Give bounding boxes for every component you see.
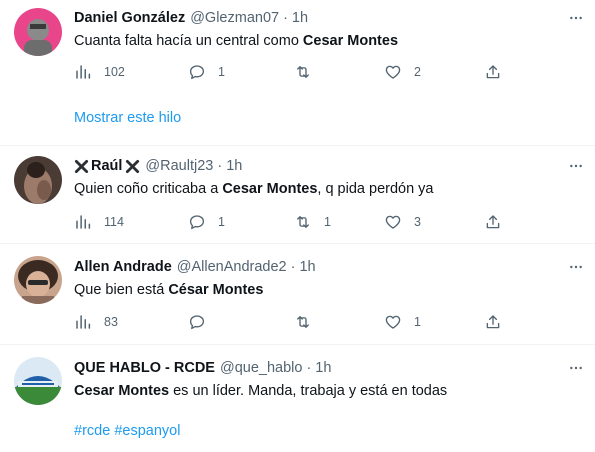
separator-dot: ·: [283, 10, 288, 26]
user-name[interactable]: Raúl: [91, 158, 122, 174]
views-chart-icon: [76, 215, 91, 229]
separator-dot: ·: [217, 158, 223, 174]
hashtag-link[interactable]: #rcde: [74, 423, 110, 439]
timestamp[interactable]: 1h: [315, 360, 331, 376]
views-chart-icon: [76, 65, 91, 79]
tweet-text-part: Cuanta falta hacía un central como: [74, 33, 303, 49]
more-dots-icon: [570, 16, 582, 20]
retweet-button[interactable]: [294, 62, 324, 82]
tweet-text-part: , q pida perdón ya: [317, 181, 434, 197]
user-name[interactable]: QUE HABLO - RCDE: [74, 360, 215, 376]
share-button[interactable]: [484, 62, 502, 82]
share-upload-icon: [486, 65, 500, 79]
reply-button[interactable]: 1: [188, 212, 225, 232]
share-button[interactable]: [484, 312, 502, 332]
tweet-text-part: Que bien está: [74, 282, 169, 298]
cross-x-icon: [74, 159, 89, 173]
views-count: 102: [104, 65, 125, 79]
more-dots-icon: [570, 164, 582, 168]
tweet[interactable]: Daniel González @Glezman07 · 1h Cuanta f…: [0, 0, 595, 145]
like-count: 3: [414, 215, 421, 229]
reply-bubble-icon: [189, 215, 205, 230]
more-dots-icon: [570, 265, 582, 269]
user-handle[interactable]: @Raultj23: [145, 158, 213, 174]
like-count: 2: [414, 65, 421, 79]
reply-bubble-icon: [189, 65, 205, 80]
like-button[interactable]: 3: [384, 212, 421, 232]
more-button[interactable]: [566, 156, 586, 176]
views-count: 83: [104, 315, 118, 329]
user-name[interactable]: Allen Andrade: [74, 259, 172, 275]
tweet-header: Daniel González @Glezman07 · 1h: [74, 8, 308, 28]
retweet-icon: [297, 66, 309, 78]
views-count: 114: [104, 215, 124, 229]
retweet-icon: [297, 316, 309, 328]
tweet-text: Cuanta falta hacía un central como Cesar…: [74, 31, 398, 51]
more-button[interactable]: [566, 358, 586, 378]
views-button[interactable]: 102: [74, 62, 125, 82]
retweet-count: 1: [324, 215, 331, 229]
retweet-button[interactable]: [294, 312, 324, 332]
tweet-header: Raúl @Raultj23 · 1h: [74, 156, 242, 176]
user-name[interactable]: Daniel González: [74, 10, 185, 26]
avatar[interactable]: [14, 156, 62, 204]
retweet-icon: [297, 216, 309, 228]
tweet-text-part: Quien coño criticaba a: [74, 181, 223, 197]
tweet[interactable]: QUE HABLO - RCDE @que_hablo · 1h Cesar M…: [0, 345, 595, 452]
tweet-text-bold: Cesar Montes: [222, 181, 318, 197]
avatar[interactable]: [14, 256, 62, 304]
avatar[interactable]: [14, 357, 62, 405]
hashtag-line: #rcde #espanyol: [74, 421, 180, 441]
user-handle[interactable]: @Glezman07: [190, 10, 279, 26]
user-handle[interactable]: @que_hablo: [220, 360, 302, 376]
tweet-text: Quien coño criticaba a Cesar Montes, q p…: [74, 179, 434, 199]
tweet-text-part: es un líder. Manda, trabaja y está en to…: [169, 383, 448, 399]
tweet[interactable]: Raúl @Raultj23 · 1h Quien coño criticaba…: [0, 146, 595, 243]
tweet-header: Allen Andrade @AllenAndrade2 · 1h: [74, 257, 316, 277]
share-upload-icon: [486, 215, 500, 229]
reply-count: 1: [218, 65, 225, 79]
reply-button[interactable]: 1: [188, 62, 225, 82]
more-button[interactable]: [566, 257, 586, 277]
retweet-button[interactable]: 1: [294, 212, 331, 232]
separator-dot: ·: [306, 360, 312, 376]
share-button[interactable]: [484, 212, 502, 232]
tweet-text: Que bien está César Montes: [74, 280, 263, 300]
separator-dot: ·: [290, 259, 296, 275]
cross-x-icon: [126, 159, 140, 173]
timestamp[interactable]: 1h: [299, 259, 315, 275]
avatar[interactable]: [14, 8, 62, 56]
like-button[interactable]: 1: [384, 312, 421, 332]
reply-count: 1: [218, 215, 225, 229]
like-count: 1: [414, 315, 421, 329]
tweet-text-bold: Cesar Montes: [302, 33, 399, 49]
tweet-actions: 114 1 1 3: [74, 212, 514, 232]
user-handle[interactable]: @AllenAndrade2: [177, 259, 287, 275]
heart-icon: [385, 65, 401, 79]
tweet-text-bold: César Montes: [168, 282, 264, 298]
views-button[interactable]: 114: [74, 212, 124, 232]
reply-bubble-icon: [189, 315, 205, 330]
hashtag-link[interactable]: #espanyol: [114, 423, 180, 439]
views-chart-icon: [76, 315, 91, 329]
more-dots-icon: [570, 366, 582, 370]
tweet-actions: 102 1 2: [74, 62, 514, 82]
timestamp[interactable]: 1h: [292, 10, 308, 26]
timestamp[interactable]: 1h: [226, 158, 242, 174]
heart-icon: [385, 215, 401, 229]
tweet-text-bold: Cesar Montes: [74, 383, 170, 399]
views-button[interactable]: 83: [74, 312, 118, 332]
share-upload-icon: [486, 315, 500, 329]
show-thread-link[interactable]: Mostrar este hilo: [74, 110, 181, 126]
heart-icon: [385, 315, 401, 329]
more-button[interactable]: [566, 8, 586, 28]
tweet[interactable]: Allen Andrade @AllenAndrade2 · 1h Que bi…: [0, 244, 595, 344]
tweet-text: Cesar Montes es un líder. Manda, trabaja…: [74, 381, 447, 401]
reply-button[interactable]: [188, 312, 218, 332]
like-button[interactable]: 2: [384, 62, 421, 82]
tweet-actions: 83 1: [74, 312, 514, 332]
tweet-header: QUE HABLO - RCDE @que_hablo · 1h: [74, 358, 331, 378]
